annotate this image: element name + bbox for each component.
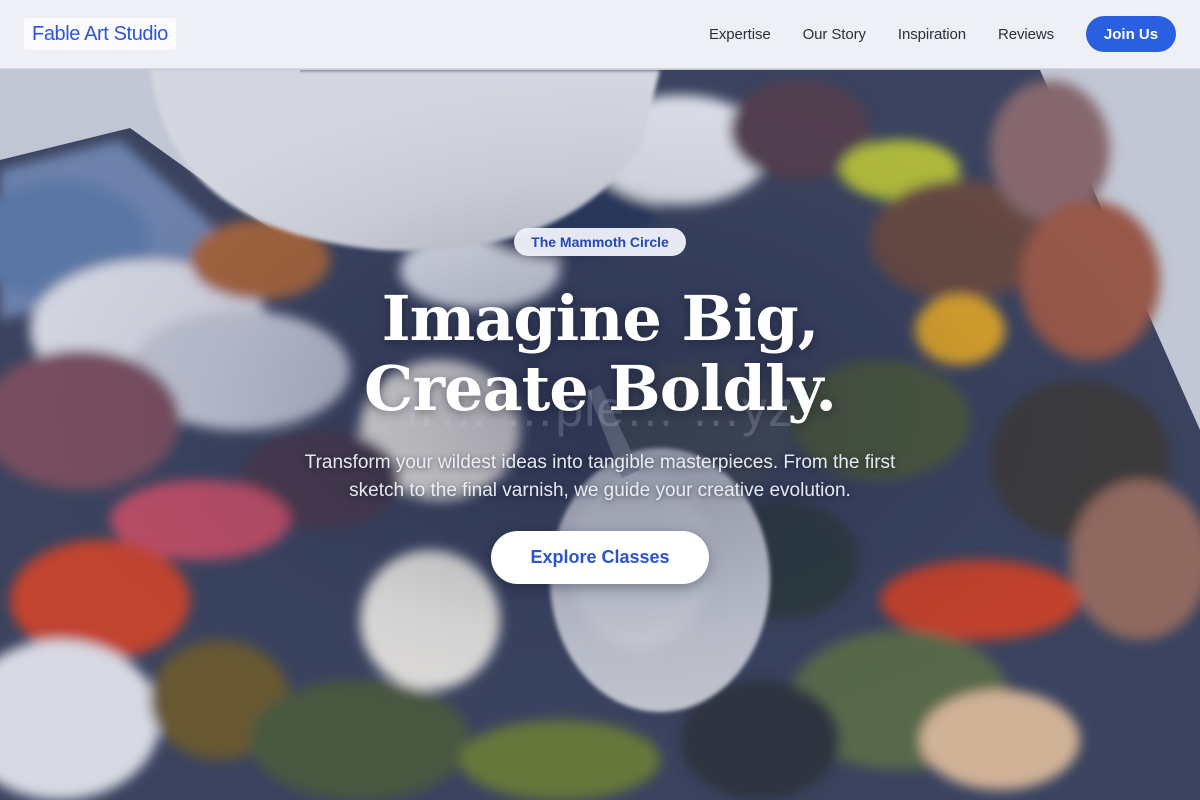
hero-headline: Imagine Big, Create Boldly. <box>0 284 1200 424</box>
join-us-button[interactable]: Join Us <box>1086 16 1176 52</box>
headline-line-2: Create Boldly. <box>363 352 837 425</box>
hero-section: fr… …ple… …yz The Mammoth Circle Imagine… <box>0 0 1200 800</box>
brand-logo[interactable]: Fable Art Studio <box>24 18 176 50</box>
nav-link-expertise[interactable]: Expertise <box>709 26 771 43</box>
nav-link-our-story[interactable]: Our Story <box>803 26 866 43</box>
primary-nav: Expertise Our Story Inspiration Reviews … <box>709 16 1176 52</box>
headline-line-1: Imagine Big, <box>381 282 820 355</box>
explore-classes-button[interactable]: Explore Classes <box>491 531 709 584</box>
subtitle-line-2: sketch to the final varnish, we guide yo… <box>349 480 851 501</box>
top-navbar: Fable Art Studio Expertise Our Story Ins… <box>0 0 1200 69</box>
subtitle-line-1: Transform your wildest ideas into tangib… <box>304 452 896 473</box>
nav-link-reviews[interactable]: Reviews <box>998 26 1054 43</box>
hero-subtitle: Transform your wildest ideas into tangib… <box>250 449 950 505</box>
hero-badge: The Mammoth Circle <box>514 228 686 256</box>
nav-link-inspiration[interactable]: Inspiration <box>898 26 966 43</box>
